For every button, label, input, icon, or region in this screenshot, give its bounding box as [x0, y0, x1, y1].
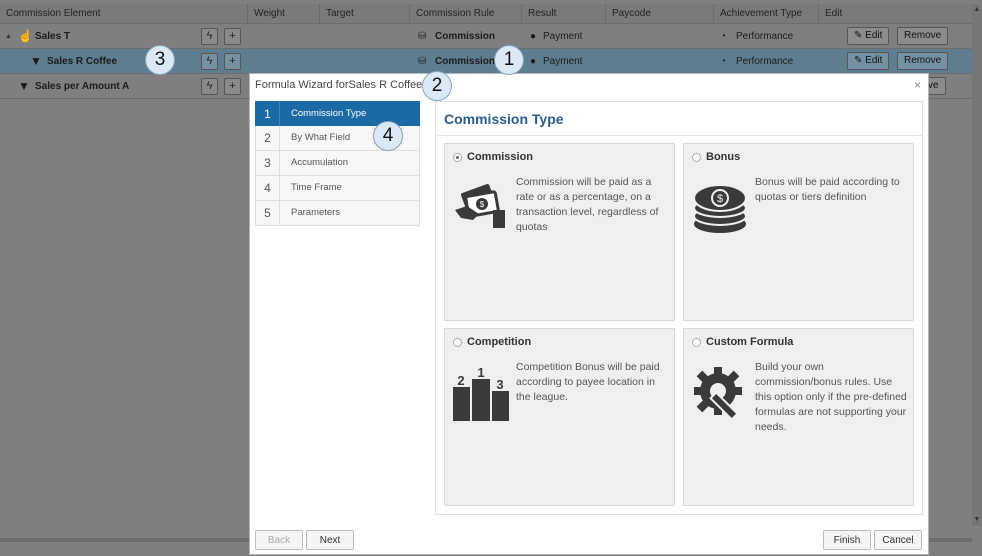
svg-text:2: 2 — [457, 373, 464, 388]
step-number: 5 — [256, 201, 280, 225]
option-title: Custom Formula — [706, 336, 794, 348]
step-number: 2 — [256, 126, 280, 150]
filter-icon: ▼ — [30, 54, 42, 68]
expand-toggle[interactable]: ▲ — [5, 24, 12, 49]
commission-radio[interactable] — [453, 153, 462, 162]
col-weight[interactable]: Weight — [248, 4, 320, 24]
money-bag-icon: ● — [530, 56, 537, 67]
annotation-badge-3: 3 — [145, 45, 175, 75]
custom-formula-radio[interactable] — [692, 338, 701, 347]
col-result[interactable]: Result — [522, 4, 606, 24]
step-label: Commission Type — [291, 108, 367, 119]
gauge-icon: ◔ — [720, 31, 727, 42]
commission-rule-icon: ⛁ — [418, 31, 427, 42]
remove-button[interactable]: Remove — [897, 27, 949, 45]
finish-button[interactable]: Finish — [823, 530, 871, 550]
panel-title: Commission Type — [444, 111, 564, 127]
edit-label: Edit — [865, 55, 883, 66]
step-label: Time Frame — [291, 182, 342, 193]
option-commission[interactable]: Commission $ Commission will be paid as … — [444, 143, 675, 321]
achievement-type: Performance — [736, 31, 794, 42]
add-child-icon[interactable]: + — [224, 53, 241, 70]
result-value: Payment — [543, 31, 583, 42]
step-number: 1 — [256, 102, 280, 126]
scroll-down-icon[interactable]: ▼ — [973, 516, 981, 524]
option-bonus[interactable]: Bonus $ Bonus will be paid according to … — [683, 143, 914, 321]
commission-rule-icon: ⛁ — [418, 56, 427, 67]
step-label: Accumulation — [291, 157, 349, 168]
formula-wizard-icon[interactable]: ϟ — [201, 78, 218, 95]
money-bag-icon: ● — [530, 31, 537, 42]
annotation-badge-1: 1 — [494, 45, 524, 75]
option-description: Commission will be paid as a rate or as … — [516, 176, 659, 233]
divider — [436, 135, 922, 136]
step-parameters[interactable]: 5 Parameters — [255, 201, 420, 226]
gauge-icon: ◔ — [720, 56, 727, 67]
edit-button[interactable]: ✎ Edit — [847, 27, 890, 45]
result-value: Payment — [543, 56, 583, 67]
commission-rule: Commission — [435, 56, 496, 67]
vertical-scrollbar[interactable]: ▲ ▼ — [972, 4, 982, 526]
option-description: Bonus will be paid according to quotas o… — [755, 176, 900, 203]
money-hand-icon: $ — [455, 184, 505, 228]
col-edit[interactable]: Edit — [819, 4, 972, 24]
edit-label: Edit — [865, 30, 883, 41]
pencil-icon: ✎ — [854, 30, 863, 41]
svg-text:3: 3 — [496, 377, 503, 392]
option-competition[interactable]: Competition 1 2 3 Competition Bonus will… — [444, 328, 675, 506]
step-number: 3 — [256, 151, 280, 175]
step-label: Parameters — [291, 207, 341, 218]
element-name: Sales per Amount A — [35, 81, 130, 92]
svg-text:1: 1 — [477, 365, 484, 380]
step-number: 4 — [256, 176, 280, 200]
step-time-frame[interactable]: 4 Time Frame — [255, 176, 420, 201]
svg-text:$: $ — [480, 200, 485, 209]
option-title: Commission — [467, 151, 534, 163]
gear-wrench-icon — [694, 367, 742, 421]
option-description: Competition Bonus will be paid according… — [516, 361, 660, 403]
dialog-title: Formula Wizard forSales R Coffee — [255, 79, 423, 91]
bonus-radio[interactable] — [692, 153, 701, 162]
col-commission-rule[interactable]: Commission Rule — [410, 4, 522, 24]
cancel-button[interactable]: Cancel — [874, 530, 922, 550]
formula-wizard-icon[interactable]: ϟ — [201, 28, 218, 45]
grid-row[interactable]: ▲ ☝ Sales T ϟ + ⛁ Commission ● Payment ◔… — [0, 24, 972, 49]
commission-rule: Commission — [435, 31, 496, 42]
option-custom-formula[interactable]: Custom Formula Build your own commission… — [683, 328, 914, 506]
option-title: Bonus — [706, 151, 741, 163]
formula-wizard-icon[interactable]: ϟ — [201, 53, 218, 70]
col-achievement-type[interactable]: Achievement Type — [714, 4, 819, 24]
element-name: Sales R Coffee — [47, 56, 118, 67]
commission-type-panel: Commission Type Commission $ Commission … — [435, 101, 923, 515]
podium-icon: 1 2 3 — [453, 365, 509, 421]
step-label: By What Field — [291, 132, 351, 143]
element-name: Sales T — [35, 31, 71, 42]
edit-button[interactable]: ✎ Edit — [847, 52, 890, 70]
achievement-type: Performance — [736, 56, 794, 67]
option-description: Build your own commission/bonus rules. U… — [755, 361, 907, 433]
close-icon[interactable]: × — [914, 78, 921, 92]
remove-button[interactable]: Remove — [897, 52, 949, 70]
col-target[interactable]: Target — [320, 4, 410, 24]
option-title: Competition — [467, 336, 532, 348]
svg-text:$: $ — [717, 193, 723, 205]
formula-wizard-dialog: Formula Wizard forSales R Coffee × 1 Com… — [249, 73, 929, 555]
back-button[interactable]: Back — [255, 530, 303, 550]
grid-header: Commission Element Weight Target Commiss… — [0, 4, 972, 24]
step-accumulation[interactable]: 3 Accumulation — [255, 151, 420, 176]
add-child-icon[interactable]: + — [224, 28, 241, 45]
filter-icon: ▼ — [18, 79, 30, 93]
scroll-up-icon[interactable]: ▲ — [973, 6, 981, 14]
annotation-badge-2: 2 — [422, 71, 452, 101]
coin-stack-icon: $ — [693, 184, 747, 233]
pencil-icon: ✎ — [854, 55, 863, 66]
wizard-steps: 1 Commission Type 2 By What Field 3 Accu… — [255, 101, 420, 226]
next-button[interactable]: Next — [306, 530, 354, 550]
annotation-badge-4: 4 — [373, 121, 403, 151]
col-paycode[interactable]: Paycode — [606, 4, 714, 24]
competition-radio[interactable] — [453, 338, 462, 347]
hand-pointer-icon: ☝ — [18, 29, 33, 43]
col-commission-element[interactable]: Commission Element — [0, 4, 248, 24]
add-child-icon[interactable]: + — [224, 78, 241, 95]
